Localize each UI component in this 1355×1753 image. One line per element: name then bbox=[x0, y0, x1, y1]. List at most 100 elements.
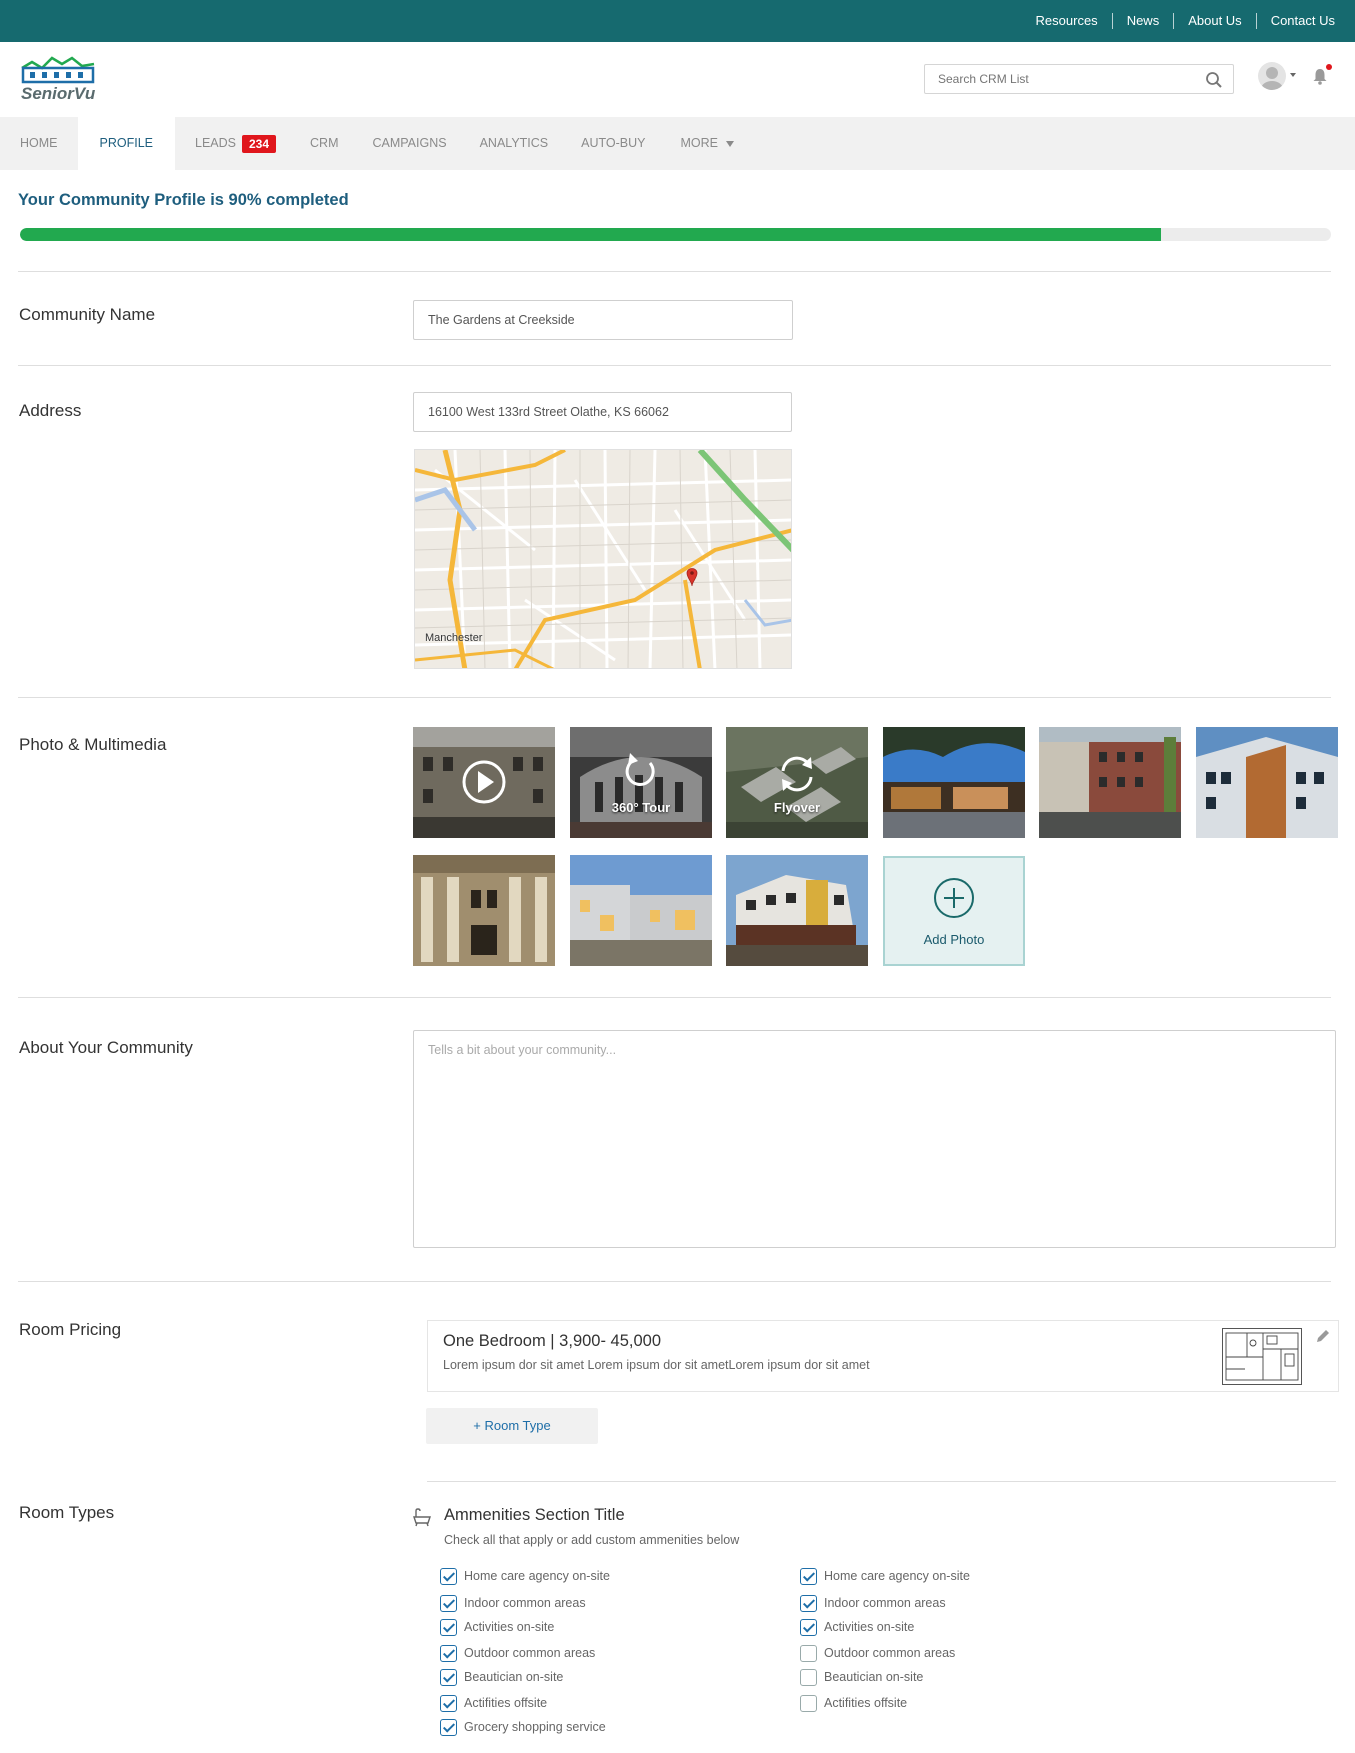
nav-leads[interactable]: LEADS 234 bbox=[175, 117, 296, 170]
amenity-checkbox-row[interactable]: Indoor common areas bbox=[800, 1593, 946, 1613]
divider bbox=[18, 697, 1331, 698]
main-nav: HOME PROFILE LEADS 234 CRM CAMPAIGNS ANAL… bbox=[0, 117, 1355, 170]
top-link-news[interactable]: News bbox=[1111, 13, 1174, 29]
search-icon[interactable] bbox=[1205, 71, 1223, 89]
brick-building-photo bbox=[1039, 727, 1181, 838]
amenity-checkbox-row[interactable]: Beautician on-site bbox=[800, 1667, 923, 1687]
seniorvu-logo[interactable]: SeniorVu bbox=[20, 54, 100, 104]
checkbox-checked[interactable] bbox=[440, 1644, 457, 1662]
nav-analytics[interactable]: ANALYTICS bbox=[467, 117, 569, 170]
about-community-textarea[interactable]: Tells a bit about your community... bbox=[413, 1030, 1336, 1248]
courtyard-photo bbox=[883, 727, 1025, 838]
photo-thumbnail[interactable] bbox=[413, 855, 555, 966]
amenity-checkbox-row[interactable]: Actifities offsite bbox=[800, 1693, 907, 1713]
leads-count-badge: 234 bbox=[242, 134, 277, 153]
nav-home[interactable]: HOME bbox=[0, 117, 78, 170]
amenity-checkbox-row[interactable]: Outdoor common areas bbox=[440, 1643, 595, 1663]
add-photo-label: Add Photo bbox=[923, 932, 985, 947]
nav-auto-buy[interactable]: AUTO-BUY bbox=[568, 117, 665, 170]
notification-dot bbox=[1326, 64, 1332, 70]
photo-thumbnail[interactable] bbox=[726, 855, 868, 966]
checkbox-checked[interactable] bbox=[440, 1668, 457, 1686]
top-link-about-us[interactable]: About Us bbox=[1173, 13, 1255, 29]
photo-thumbnail[interactable] bbox=[1196, 727, 1338, 838]
community-name-field[interactable]: The Gardens at Creekside bbox=[413, 300, 793, 340]
amenity-checkbox-row[interactable]: Home care agency on-site bbox=[800, 1566, 970, 1586]
tour-360-thumbnail[interactable]: 360° Tour bbox=[570, 727, 712, 838]
checkbox-checked[interactable] bbox=[440, 1594, 457, 1612]
amenity-label: Home care agency on-site bbox=[824, 1569, 970, 1583]
amenity-checkbox-row[interactable]: Activities on-site bbox=[800, 1617, 914, 1637]
nav-profile[interactable]: PROFILE bbox=[77, 117, 175, 170]
room-title: One Bedroom | 3,900- 45,000 bbox=[443, 1332, 662, 1350]
checkbox-checked[interactable] bbox=[440, 1718, 457, 1736]
nav-crm[interactable]: CRM bbox=[296, 117, 358, 170]
photo-thumbnail[interactable] bbox=[883, 727, 1025, 838]
room-types-label: Room Types bbox=[19, 1503, 115, 1522]
user-avatar[interactable] bbox=[1258, 62, 1286, 90]
amenity-checkbox-row[interactable]: Outdoor common areas bbox=[800, 1643, 955, 1663]
amenity-checkbox-row[interactable]: Actifities offsite bbox=[440, 1693, 547, 1713]
top-link-contact-us[interactable]: Contact Us bbox=[1255, 13, 1335, 29]
amenity-label: Indoor common areas bbox=[824, 1596, 946, 1610]
amenity-label: Outdoor common areas bbox=[464, 1646, 596, 1660]
amenity-label: Activities on-site bbox=[464, 1620, 555, 1634]
logo-houses-icon bbox=[21, 56, 95, 84]
search-box[interactable] bbox=[924, 64, 1234, 94]
edit-pencil-icon[interactable] bbox=[1314, 1327, 1332, 1345]
amenity-checkbox-row[interactable]: Indoor common areas bbox=[440, 1593, 586, 1613]
checkbox-unchecked[interactable] bbox=[800, 1694, 817, 1712]
address-map[interactable]: Manchester bbox=[414, 449, 792, 669]
amenity-checkbox-row[interactable]: Beautician on-site bbox=[440, 1667, 563, 1687]
divider bbox=[427, 1481, 1336, 1482]
user-menu-caret-icon[interactable] bbox=[1290, 73, 1296, 77]
nav-auto-buy-label: AUTO-BUY bbox=[581, 136, 646, 150]
checkbox-checked[interactable] bbox=[800, 1567, 817, 1585]
amenity-checkbox-row[interactable]: Activities on-site bbox=[440, 1617, 554, 1637]
amenity-label: Grocery shopping service bbox=[464, 1720, 606, 1734]
search-input[interactable] bbox=[925, 65, 1185, 93]
add-room-type-button[interactable]: + Room Type bbox=[426, 1408, 598, 1444]
play-icon bbox=[462, 760, 506, 804]
room-pricing-card[interactable]: One Bedroom | 3,900- 45,000 Lorem ipsum … bbox=[427, 1320, 1339, 1392]
add-photo-button[interactable]: Add Photo bbox=[883, 856, 1025, 966]
checkbox-checked[interactable] bbox=[440, 1694, 457, 1712]
photo-thumbnail[interactable] bbox=[1039, 727, 1181, 838]
address-field[interactable]: 16100 West 133rd Street Olathe, KS 66062 bbox=[413, 392, 792, 432]
nav-more[interactable]: MORE bbox=[666, 117, 755, 170]
checkbox-checked[interactable] bbox=[440, 1618, 457, 1636]
notification-bell-icon[interactable] bbox=[1312, 67, 1328, 85]
checkbox-checked[interactable] bbox=[800, 1618, 817, 1636]
floorplan-drawing bbox=[1225, 1332, 1299, 1381]
amenity-checkbox-row[interactable]: Grocery shopping service bbox=[440, 1717, 606, 1737]
rotate-360-icon bbox=[625, 753, 655, 786]
profile-progress-bar bbox=[20, 228, 1331, 241]
amenity-label: Outdoor common areas bbox=[824, 1646, 956, 1660]
checkbox-unchecked[interactable] bbox=[800, 1668, 817, 1686]
nav-crm-label: CRM bbox=[310, 136, 339, 150]
refresh-flyover-icon bbox=[781, 756, 813, 792]
top-utility-bar: Resources News About Us Contact Us bbox=[0, 0, 1355, 42]
nav-campaigns[interactable]: CAMPAIGNS bbox=[359, 117, 467, 170]
floorplan-image[interactable] bbox=[1222, 1328, 1302, 1385]
nav-analytics-label: ANALYTICS bbox=[479, 136, 549, 150]
top-links: Resources News About Us Contact Us bbox=[1022, 0, 1335, 42]
checkbox-checked[interactable] bbox=[440, 1567, 457, 1585]
video-thumbnail[interactable] bbox=[413, 727, 555, 838]
apartment-block-photo bbox=[726, 855, 868, 966]
flyover-thumbnail[interactable]: Flyover bbox=[726, 727, 868, 838]
amenity-checkbox-row[interactable]: Home care agency on-site bbox=[440, 1566, 610, 1586]
checkbox-checked[interactable] bbox=[800, 1594, 817, 1612]
divider bbox=[18, 365, 1331, 366]
photo-multimedia-label: Photo & Multimedia bbox=[19, 735, 167, 754]
checkbox-unchecked[interactable] bbox=[800, 1644, 817, 1662]
amenities-section-subtitle: Check all that apply or add custom ammen… bbox=[444, 1533, 740, 1547]
flyover-label: Flyover bbox=[773, 800, 821, 815]
amenity-label: Actifities offsite bbox=[464, 1696, 548, 1710]
photo-thumbnail[interactable] bbox=[570, 855, 712, 966]
logo-text: SeniorVu bbox=[21, 84, 96, 103]
bathtub-icon bbox=[413, 1508, 431, 1527]
top-link-resources[interactable]: Resources bbox=[1022, 13, 1112, 29]
nav-more-label: MORE bbox=[680, 136, 719, 150]
map-place-label: Manchester bbox=[425, 632, 483, 644]
